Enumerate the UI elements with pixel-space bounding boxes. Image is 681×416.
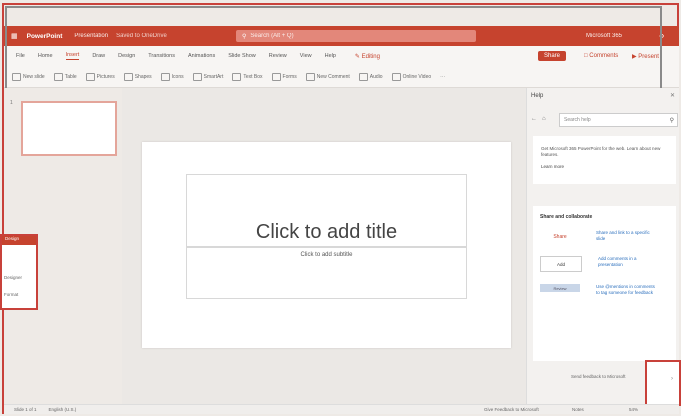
help-search-input[interactable]: Search help [564,117,591,123]
popup-item-designer[interactable]: Designer [2,275,36,280]
language-indicator[interactable]: English (U.S.) [49,407,77,412]
help-item-review-text[interactable]: Use @mentions in comments to tag someone… [596,284,656,296]
subtitle-placeholder-text: Click to add subtitle [300,252,353,258]
help-pane-title: Help [531,93,544,99]
close-icon[interactable]: › [671,376,673,382]
review-thumbnail: Review [540,284,580,292]
help-pane: Help ✕ ← ⌂ Search help ⚲ Get Microsoft 3… [526,88,679,404]
close-icon[interactable]: ✕ [670,92,675,99]
status-bar: Slide 1 of 1 English (U.S.) Give Feedbac… [4,404,679,414]
add-comment-thumbnail: Add [540,256,582,272]
help-intro-link[interactable]: Learn more [541,164,668,169]
design-popup: Design Designer Format [0,234,38,310]
zoom-highlight-outline [5,6,662,95]
share-collaborate-card: Share and collaborate Share Share and li… [533,206,676,361]
zoom-level[interactable]: 54% [629,407,638,412]
slide-number: 1 [10,100,13,106]
title-placeholder[interactable]: Click to add title [186,174,467,247]
section-title: Share and collaborate [540,214,593,220]
home-icon[interactable]: ⌂ [542,116,546,122]
popup-header: Design [2,236,36,245]
help-item-add-text[interactable]: Add comments in a presentation [598,256,658,268]
help-search-box[interactable]: Search help ⚲ [559,113,678,127]
help-intro-text: Get Microsoft 365 PowerPoint for the web… [541,146,661,157]
help-item-add[interactable]: Add Add comments in a presentation [540,256,669,272]
title-placeholder-text: Click to add title [255,221,398,243]
slide-thumbnail[interactable] [21,101,117,156]
mini-preview[interactable]: › [645,360,681,406]
back-icon[interactable]: ← [531,116,537,122]
help-item-review[interactable]: Review Use @mentions in comments to tag … [540,284,669,296]
help-intro-card: Get Microsoft 365 PowerPoint for the web… [533,136,676,184]
popup-item-format[interactable]: Format [2,292,36,297]
notes-button[interactable]: Notes [572,407,584,412]
feedback-status[interactable]: Give Feedback to Microsoft [484,407,539,412]
share-thumbnail: Share [553,234,567,240]
help-item-share-text[interactable]: Share and link to a specific slide [596,230,656,242]
feedback-link[interactable]: Send feedback to Microsoft [571,374,626,379]
slide-info: Slide 1 of 1 [14,407,37,412]
search-icon: ⚲ [669,117,674,124]
help-item-share[interactable]: Share Share and link to a specific slide [540,230,669,244]
subtitle-placeholder[interactable]: Click to add subtitle [186,247,467,299]
